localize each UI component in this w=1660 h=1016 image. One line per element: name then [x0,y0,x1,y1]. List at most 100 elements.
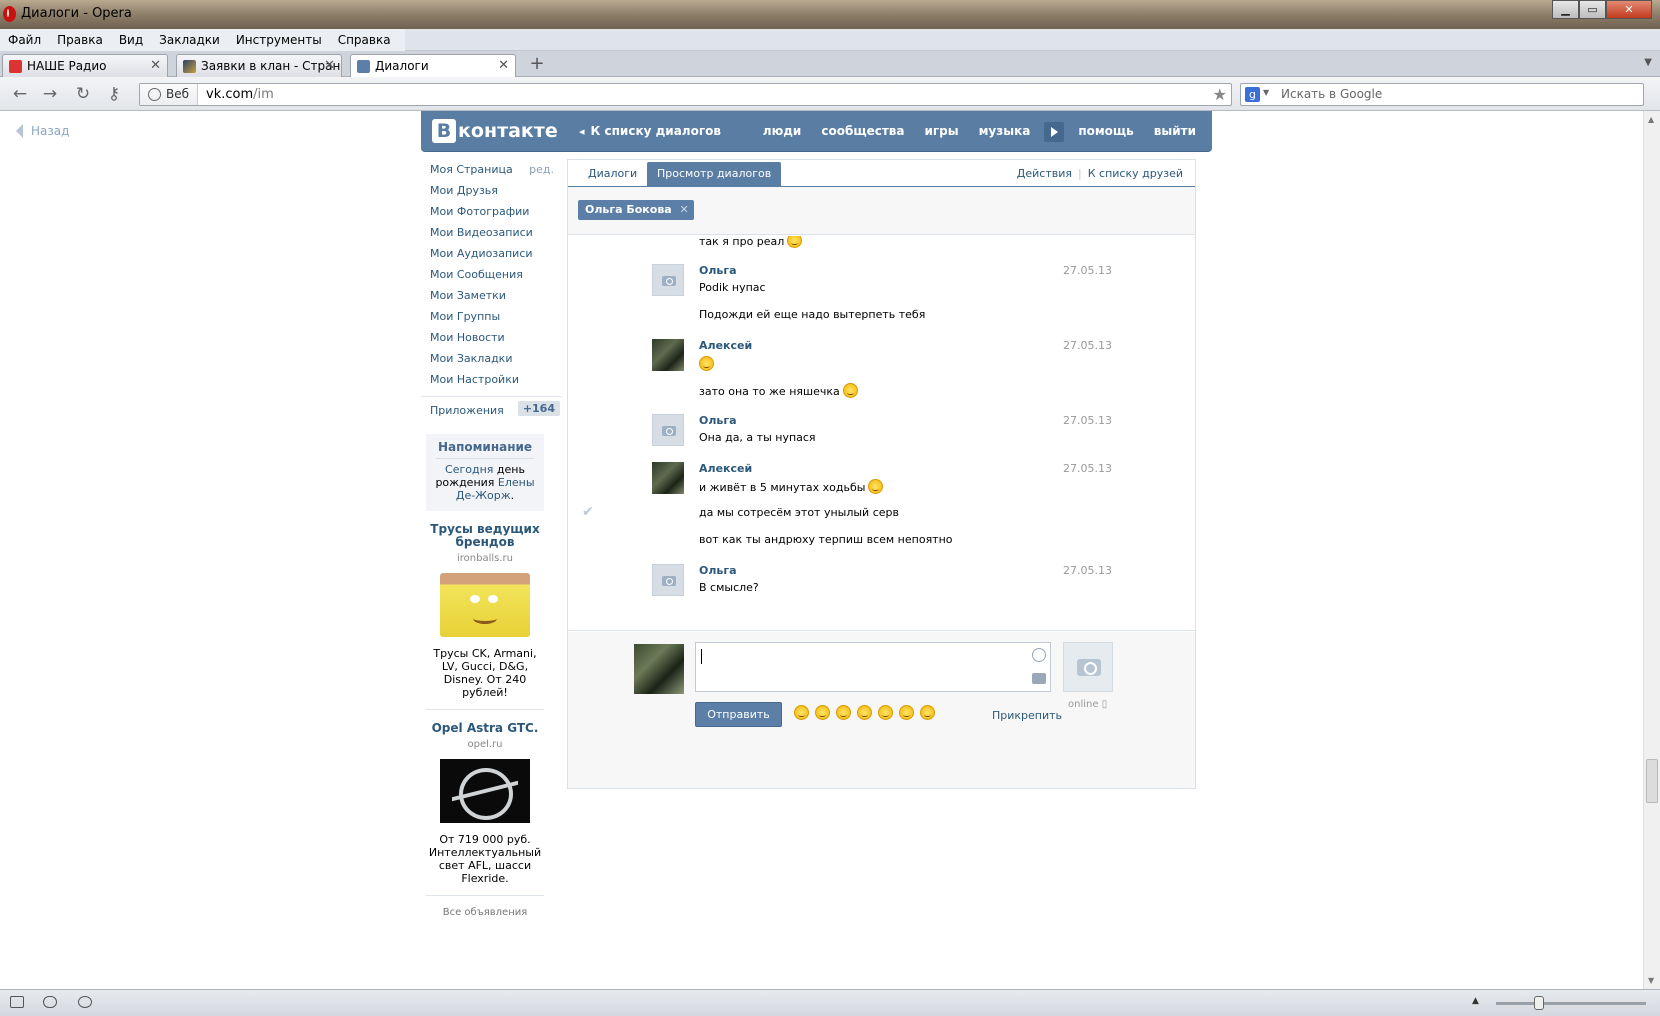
nav-communities[interactable]: сообщества [811,111,914,152]
close-tab-icon[interactable]: ✕ [150,58,161,73]
close-tab-icon[interactable]: ✕ [498,58,509,73]
close-window-button[interactable]: ✕ [1606,0,1652,19]
tab-menu-chevron-icon[interactable]: ▼ [1644,57,1652,68]
sidebar-item-friends[interactable]: Мои Друзья [421,180,562,201]
key-icon[interactable]: ⚷ [103,84,125,104]
zoom-slider[interactable] [1496,1002,1646,1005]
menu-tools[interactable]: Инструменты [228,29,330,51]
ad-image[interactable] [440,573,530,637]
message-author[interactable]: Алексей [699,339,752,352]
user-avatar[interactable] [652,462,684,494]
address-url[interactable]: vk.com/im [206,87,274,102]
message-date[interactable]: 27.05.13 [1063,414,1112,427]
to-dialogs-link[interactable]: К списку диалогов [579,124,721,138]
search-engine-chevron-icon[interactable]: ▼ [1263,88,1269,97]
tab-clan-requests[interactable]: Заявки в клан - Стран... ✕ [176,54,342,77]
forward-arrow-icon[interactable]: → [39,84,61,104]
tab-dialogs[interactable]: Диалоги ✕ [350,54,516,78]
camera-icon[interactable] [1032,673,1046,684]
message-author[interactable]: Ольга [699,414,737,427]
minimize-button[interactable]: ▁ [1552,0,1579,19]
menu-bookmarks[interactable]: Закладки [151,29,228,51]
scroll-down-icon[interactable]: ▼ [1648,976,1654,985]
message-author[interactable]: Ольга [699,264,737,277]
smile-icon[interactable] [836,705,851,720]
search-field[interactable]: g ▼ Искать в Google [1240,83,1644,106]
camera-placeholder-icon[interactable] [652,564,684,596]
sidebar-item-groups[interactable]: Мои Группы [421,306,562,327]
back-link[interactable]: Назад [16,124,69,138]
message-history[interactable]: так я про реал Ольга 27.05.13 Podik нупас По… [568,236,1195,631]
opel-logo-image[interactable] [440,759,530,823]
camera-placeholder-icon[interactable] [652,264,684,296]
message-input[interactable] [695,642,1051,692]
google-icon[interactable]: g [1245,87,1260,102]
nav-help[interactable]: помощь [1068,111,1143,152]
scrollbar-thumb[interactable] [1646,759,1658,803]
nav-logout[interactable]: выйти [1144,111,1212,152]
smile-icon[interactable] [920,705,935,720]
sidebar-item-apps[interactable]: Приложения +164 [421,396,562,420]
sidebar-item-my-page[interactable]: Моя Страница ред. [421,159,562,180]
attach-link[interactable]: Прикрепить [992,709,1062,722]
smile-icon[interactable] [899,705,914,720]
close-tab-icon[interactable]: ✕ [324,58,335,73]
ad-block[interactable]: Opel Astra GTC. opel.ru От 719 000 руб. … [426,722,544,896]
reload-icon[interactable]: ↻ [72,84,94,104]
menu-view[interactable]: Вид [111,29,151,51]
message-date[interactable]: 27.05.13 [1063,462,1112,475]
user-avatar[interactable] [652,339,684,371]
tab-dialogs-list[interactable]: Диалоги [588,167,637,180]
maximize-button[interactable]: ▭ [1579,0,1606,19]
sidebar-item-notes[interactable]: Мои Заметки [421,285,562,306]
opera-logo-icon[interactable] [3,6,16,22]
message-author[interactable]: Ольга [699,564,737,577]
new-tab-button[interactable]: + [527,55,547,74]
sidebar-item-audio[interactable]: Мои Аудиозаписи [421,243,562,264]
scroll-up-icon[interactable]: ▲ [1648,115,1654,124]
tab-dialog-view[interactable]: Просмотр диалогов [647,162,782,187]
zoom-slider-thumb[interactable] [1534,996,1544,1010]
ad-title[interactable]: Трусы ведущих брендов [426,523,544,549]
smile-icon[interactable] [815,705,830,720]
message-date[interactable]: 27.05.13 [1063,264,1112,277]
speed-dial-icon[interactable] [78,996,92,1008]
smile-icon[interactable] [794,705,809,720]
remove-peer-icon[interactable]: ✕ [680,203,689,216]
sidebar-item-photos[interactable]: Мои Фотографии [421,201,562,222]
smiley-icon[interactable] [1032,648,1046,662]
message-date[interactable]: 27.05.13 [1063,339,1112,352]
menu-file[interactable]: Файл [0,29,49,51]
message-date[interactable]: 27.05.13 [1063,564,1112,577]
ad-title[interactable]: Opel Astra GTC. [426,722,544,735]
edit-link[interactable]: ред. [529,163,554,176]
unite-cloud-icon[interactable] [43,996,57,1008]
music-play-button[interactable] [1040,111,1068,152]
sidebar-item-news[interactable]: Мои Новости [421,327,562,348]
smile-icon[interactable] [878,705,893,720]
vk-logo[interactable]: В контакте [432,118,558,144]
web-badge[interactable]: Веб [140,84,199,105]
nav-people[interactable]: люди [753,111,812,152]
nav-games[interactable]: игры [915,111,969,152]
page-scrollbar[interactable]: ▲ ▼ [1643,111,1660,989]
menu-edit[interactable]: Правка [49,29,111,51]
sidebar-item-videos[interactable]: Мои Видеозаписи [421,222,562,243]
reminder-today-link[interactable]: Сегодня [445,463,493,476]
message-author[interactable]: Алексей [699,462,752,475]
nav-music[interactable]: музыка [969,111,1041,152]
sidebar-item-bookmarks[interactable]: Мои Закладки [421,348,562,369]
peer-chip[interactable]: Ольга Бокова ✕ [578,200,694,220]
ad-block[interactable]: Трусы ведущих брендов ironballs.ru Трусы… [426,523,544,710]
actions-link[interactable]: Действия [1017,167,1072,180]
menu-help[interactable]: Справка [330,29,399,51]
friends-list-link[interactable]: К списку друзей [1088,167,1183,180]
sidebar-item-messages[interactable]: Мои Сообщения [421,264,562,285]
sidebar-item-settings[interactable]: Мои Настройки [421,369,562,390]
back-arrow-icon[interactable]: ← [9,84,31,104]
my-avatar[interactable] [634,644,684,694]
address-field[interactable]: Веб vk.com/im ★ [139,83,1232,106]
panel-toggle-icon[interactable] [10,996,24,1008]
send-button[interactable]: Отправить [695,702,782,727]
bookmark-star-icon[interactable]: ★ [1213,85,1227,104]
